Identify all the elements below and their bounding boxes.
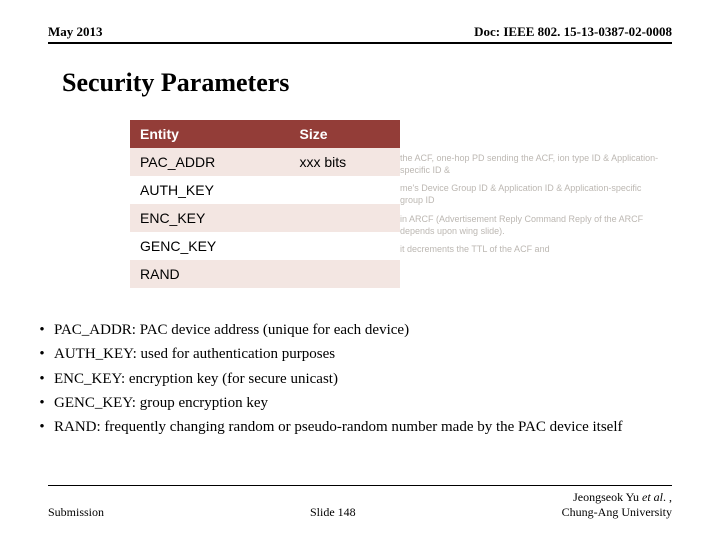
ghost-line: in ARCF (Advertisement Reply Command Rep…	[400, 213, 665, 237]
cell-entity: ENC_KEY	[130, 204, 289, 232]
cell-size	[289, 176, 400, 204]
footer-center: Slide 148	[104, 505, 562, 520]
list-item: •PAC_ADDR: PAC device address (unique fo…	[30, 320, 672, 340]
cell-size	[289, 204, 400, 232]
footer-affiliation: Chung-Ang University	[562, 505, 672, 519]
bullet-text: RAND: frequently changing random or pseu…	[54, 417, 672, 437]
footer-bar: Submission Slide 148 Jeongseok Yu et al.…	[48, 490, 672, 520]
cell-entity: PAC_ADDR	[130, 148, 289, 176]
col-size: Size	[289, 120, 400, 148]
table-row: AUTH_KEY	[130, 176, 400, 204]
ghost-line: me's Device Group ID & Application ID & …	[400, 182, 665, 206]
table-row: ENC_KEY	[130, 204, 400, 232]
footer-etal: et al	[642, 490, 663, 504]
bullet-icon: •	[30, 344, 54, 364]
header-rule	[48, 42, 672, 44]
table-row: GENC_KEY	[130, 232, 400, 260]
header-doc-id: Doc: IEEE 802. 15-13-0387-02-0008	[474, 24, 672, 40]
cell-size	[289, 260, 400, 288]
bullet-icon: •	[30, 393, 54, 413]
table-row: PAC_ADDR xxx bits	[130, 148, 400, 176]
cell-entity: AUTH_KEY	[130, 176, 289, 204]
bullet-text: GENC_KEY: group encryption key	[54, 393, 672, 413]
slide-title: Security Parameters	[62, 68, 289, 98]
list-item: •GENC_KEY: group encryption key	[30, 393, 672, 413]
table: Entity Size PAC_ADDR xxx bits AUTH_KEY E…	[130, 120, 400, 288]
header-date: May 2013	[48, 24, 103, 40]
cell-entity: RAND	[130, 260, 289, 288]
security-params-table: Entity Size PAC_ADDR xxx bits AUTH_KEY E…	[130, 120, 400, 288]
bullet-text: ENC_KEY: encryption key (for secure unic…	[54, 369, 672, 389]
list-item: •ENC_KEY: encryption key (for secure uni…	[30, 369, 672, 389]
cell-size	[289, 232, 400, 260]
col-entity: Entity	[130, 120, 289, 148]
footer-author-tail: . ,	[663, 490, 672, 504]
bullet-icon: •	[30, 320, 54, 340]
bullet-list: •PAC_ADDR: PAC device address (unique fo…	[30, 320, 672, 441]
list-item: •RAND: frequently changing random or pse…	[30, 417, 672, 437]
footer-right: Jeongseok Yu et al. , Chung-Ang Universi…	[562, 490, 672, 520]
table-row: RAND	[130, 260, 400, 288]
list-item: •AUTH_KEY: used for authentication purpo…	[30, 344, 672, 364]
slide: May 2013 Doc: IEEE 802. 15-13-0387-02-00…	[0, 0, 720, 540]
footer-rule	[48, 485, 672, 487]
footer-author: Jeongseok Yu	[573, 490, 642, 504]
header-bar: May 2013 Doc: IEEE 802. 15-13-0387-02-00…	[48, 24, 672, 40]
cell-entity: GENC_KEY	[130, 232, 289, 260]
cell-size: xxx bits	[289, 148, 400, 176]
bullet-text: AUTH_KEY: used for authentication purpos…	[54, 344, 672, 364]
bullet-icon: •	[30, 369, 54, 389]
background-ghost-text: the ACF, one-hop PD sending the ACF, ion…	[400, 152, 665, 261]
footer-left: Submission	[48, 505, 104, 520]
ghost-line: the ACF, one-hop PD sending the ACF, ion…	[400, 152, 665, 176]
bullet-icon: •	[30, 417, 54, 437]
ghost-line: it decrements the TTL of the ACF and	[400, 243, 665, 255]
table-header-row: Entity Size	[130, 120, 400, 148]
bullet-text: PAC_ADDR: PAC device address (unique for…	[54, 320, 672, 340]
